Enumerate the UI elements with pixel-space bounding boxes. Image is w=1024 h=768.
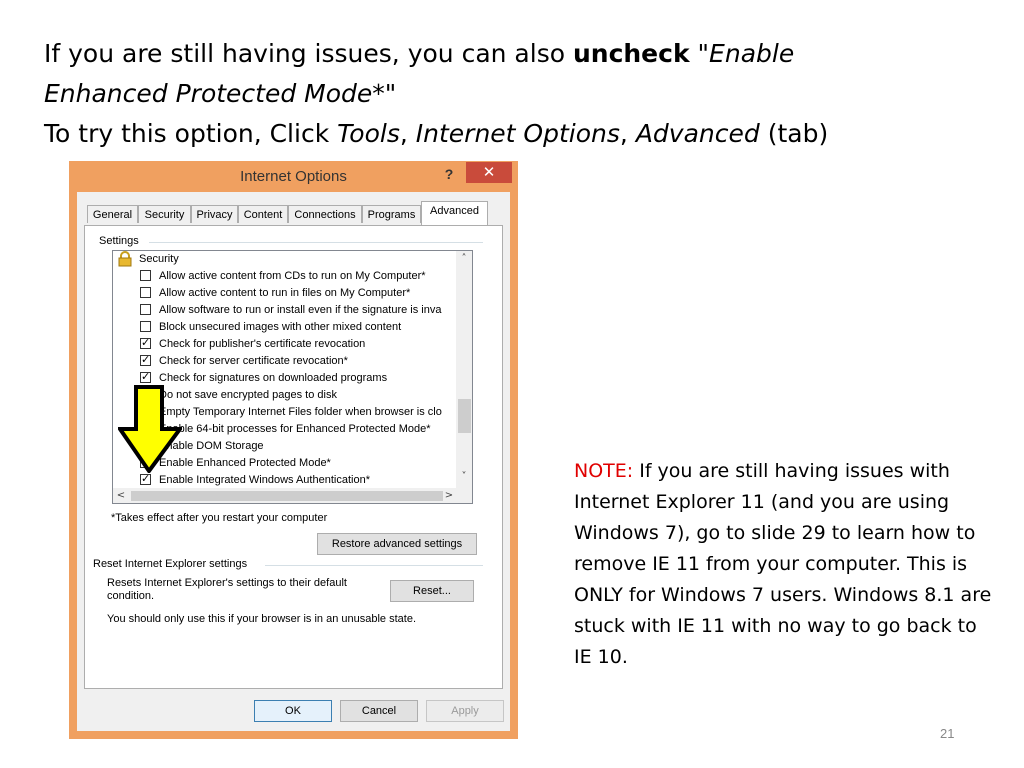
heading-line-1: If you are still having issues, you can … <box>44 34 944 74</box>
close-button[interactable]: ✕ <box>466 162 512 183</box>
settings-group-line <box>149 242 483 243</box>
settings-item-label: Allow active content from CDs to run on … <box>159 270 426 282</box>
settings-item-label: Allow software to run or install even if… <box>159 304 442 316</box>
heading-text-click: To try this option, Click <box>44 119 338 148</box>
vertical-scrollbar[interactable]: ˄ ˅ <box>456 251 472 488</box>
reset-group-line <box>265 565 483 566</box>
settings-item-label: Allow active content to run in files on … <box>159 287 411 299</box>
note-paragraph: NOTE: If you are still having issues wit… <box>574 456 994 673</box>
scroll-left-arrow-icon[interactable]: < <box>113 488 129 503</box>
scroll-down-arrow-icon[interactable]: ˅ <box>456 469 472 485</box>
tab-security[interactable]: Security <box>138 205 191 223</box>
settings-item-label: Empty Temporary Internet Files folder wh… <box>159 406 442 418</box>
heading-tools: Tools <box>337 119 400 148</box>
settings-item-label: Check for signatures on downloaded progr… <box>159 372 388 384</box>
heading-quote: " <box>689 39 710 68</box>
unchecked-checkbox[interactable] <box>140 321 151 332</box>
tab-programs[interactable]: Programs <box>362 205 421 223</box>
restart-note: *Takes effect after you restart your com… <box>111 512 328 524</box>
heading-italic-enable: Enable <box>709 39 795 68</box>
reset-group-label: Reset Internet Explorer settings <box>93 558 252 570</box>
horizontal-scrollbar[interactable]: < > <box>113 488 457 503</box>
settings-item[interactable]: Block unsecured images with other mixed … <box>113 319 456 336</box>
scroll-right-arrow-icon[interactable]: > <box>441 488 457 503</box>
unchecked-checkbox[interactable] <box>140 287 151 298</box>
heading-quote-close: " <box>384 79 397 108</box>
heading-line-2: Enhanced Protected Mode*" <box>44 74 944 114</box>
settings-item[interactable]: Allow software to run or install even if… <box>113 302 456 319</box>
settings-item[interactable]: ✓ Check for server certificate revocation… <box>113 353 456 370</box>
tab-content[interactable]: Content <box>238 205 288 223</box>
tab-general[interactable]: General <box>87 205 138 223</box>
reset-warning: You should only use this if your browser… <box>107 613 416 625</box>
cancel-button[interactable]: Cancel <box>340 700 418 722</box>
heading-sep: , <box>619 119 636 148</box>
reset-description-line-2: condition. <box>107 590 155 602</box>
settings-item-label: Check for server certificate revocation* <box>159 355 348 367</box>
apply-button[interactable]: Apply <box>426 700 504 722</box>
settings-item-label: Block unsecured images with other mixed … <box>159 321 402 333</box>
tab-advanced[interactable]: Advanced <box>421 201 488 225</box>
scroll-up-arrow-icon[interactable]: ˄ <box>456 251 472 267</box>
settings-item-label: Do not save encrypted pages to disk <box>159 389 337 401</box>
reset-button[interactable]: Reset... <box>390 580 474 602</box>
settings-item[interactable]: ✓ Check for publisher's certificate revoc… <box>113 336 456 353</box>
lock-icon <box>118 251 132 267</box>
settings-item-label: Enable Enhanced Protected Mode* <box>159 457 331 469</box>
heading-sep: , <box>399 119 416 148</box>
checked-checkbox[interactable]: ✓ <box>140 355 151 366</box>
heading-tab-suffix: (tab) <box>759 119 829 148</box>
note-label: NOTE: <box>574 460 634 482</box>
arrow-shape <box>118 385 182 473</box>
page-number: 21 <box>940 726 955 741</box>
heading-bold-uncheck: uncheck <box>572 39 690 68</box>
help-button[interactable]: ? <box>437 163 461 185</box>
horizontal-scroll-thumb[interactable] <box>131 491 443 501</box>
reset-description-line-1: Resets Internet Explorer's settings to t… <box>107 577 347 589</box>
settings-item-label: Enable Integrated Windows Authentication… <box>159 474 370 486</box>
settings-item-label: Enable 64-bit processes for Enhanced Pro… <box>159 423 431 435</box>
vertical-scroll-thumb[interactable] <box>458 399 471 433</box>
scrollbar-corner <box>456 488 472 503</box>
restore-advanced-settings-button[interactable]: Restore advanced settings <box>317 533 477 555</box>
unchecked-checkbox[interactable] <box>140 304 151 315</box>
heading-italic-mode: Enhanced Protected Mode* <box>44 79 385 108</box>
heading-advanced: Advanced <box>635 119 760 148</box>
slide-heading: If you are still having issues, you can … <box>44 34 944 154</box>
settings-category-label: Security <box>139 253 179 265</box>
heading-line-3: To try this option, Click Tools, Interne… <box>44 114 944 154</box>
tab-privacy[interactable]: Privacy <box>191 205 238 223</box>
ok-button[interactable]: OK <box>254 700 332 722</box>
settings-item[interactable]: Allow active content to run in files on … <box>113 285 456 302</box>
heading-text: If you are still having issues, you can … <box>44 39 573 68</box>
settings-item[interactable]: Allow active content from CDs to run on … <box>113 268 456 285</box>
down-arrow-icon <box>118 385 182 473</box>
checked-checkbox[interactable]: ✓ <box>140 474 151 485</box>
checked-checkbox[interactable]: ✓ <box>140 338 151 349</box>
settings-item[interactable]: ✓ Enable Integrated Windows Authenticatio… <box>113 472 456 489</box>
settings-item-label: Check for publisher's certificate revoca… <box>159 338 366 350</box>
close-icon: ✕ <box>482 164 496 181</box>
checked-checkbox[interactable]: ✓ <box>140 372 151 383</box>
heading-internet-options: Internet Options <box>415 119 620 148</box>
tab-connections[interactable]: Connections <box>288 205 362 223</box>
settings-group-label: Settings <box>99 235 143 247</box>
note-text: If you are still having issues with Inte… <box>574 460 992 668</box>
unchecked-checkbox[interactable] <box>140 270 151 281</box>
settings-category-security: Security <box>113 251 456 268</box>
